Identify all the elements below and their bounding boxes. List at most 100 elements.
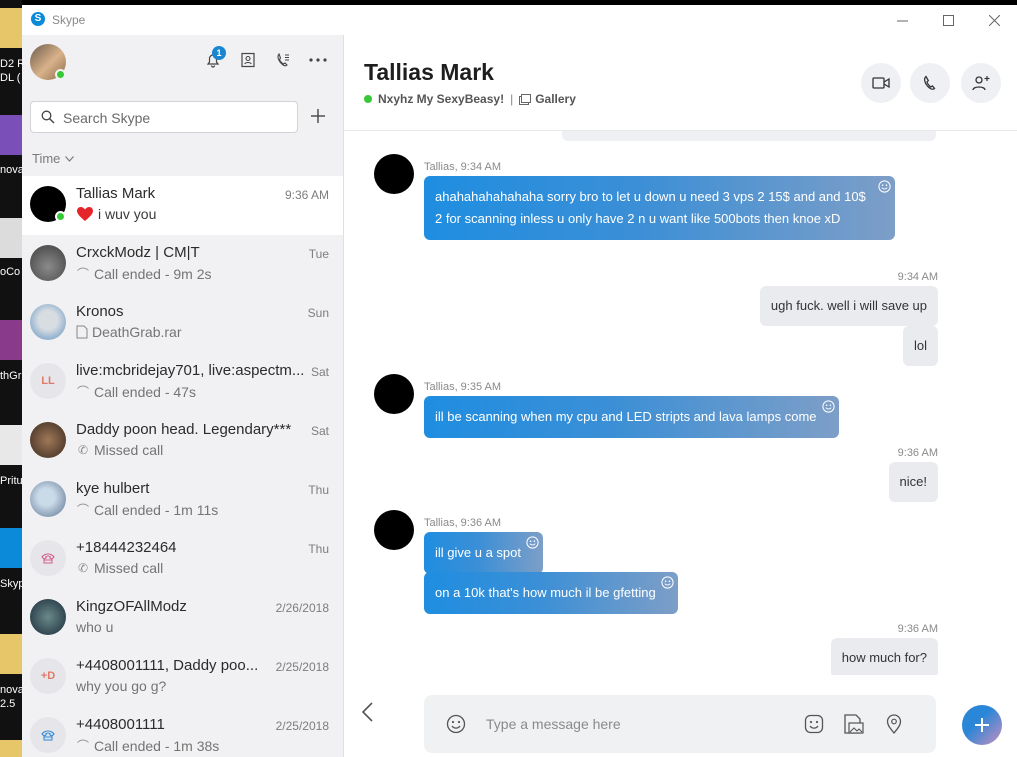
sticker-button[interactable] [802, 712, 826, 736]
phone-contact-icon [41, 730, 55, 741]
reaction-icon[interactable] [526, 536, 539, 549]
gallery-link[interactable]: Gallery [519, 92, 576, 106]
close-button[interactable] [971, 5, 1017, 35]
desktop-label: Pritu [0, 475, 22, 487]
chevron-down-icon [65, 155, 75, 162]
message-time: 9:36 AM [897, 623, 938, 635]
conversation-item[interactable]: KingzOFAllModz 2/26/2018 who u [22, 589, 343, 648]
phone-icon [924, 75, 936, 90]
desktop-document-icon[interactable] [0, 218, 22, 258]
conversation-item[interactable]: LL live:mcbridejay701, live:aspectm... S… [22, 353, 343, 412]
search-box[interactable] [30, 101, 298, 133]
desktop-archive-icon[interactable] [0, 320, 22, 360]
chat-header: Tallias Mark Nxyhz My SexyBeasy! | Galle… [344, 35, 1017, 131]
desktop-app-icon[interactable] [0, 425, 22, 465]
desktop-background: D2 R DL ( nova oCo thGr Pritu Skyp nova … [0, 0, 22, 757]
ellipsis-icon [309, 58, 327, 62]
more-options-button[interactable] [307, 49, 329, 71]
message-history[interactable]: Tallias, 9:34 AM ahahahahahahaha sorry b… [344, 131, 1017, 675]
presence-online-icon [55, 69, 66, 80]
add-person-icon [972, 76, 990, 91]
more-actions-button[interactable] [962, 705, 1002, 745]
reaction-icon[interactable] [661, 576, 674, 589]
title-bar: S Skype [22, 5, 1017, 35]
video-call-button[interactable] [861, 63, 901, 103]
contact-avatar [30, 481, 66, 517]
sticker-icon [804, 714, 824, 734]
smiley-icon [446, 714, 466, 734]
sender-avatar [374, 510, 414, 550]
back-button[interactable] [361, 702, 375, 727]
conversation-preview: ⌒ Call ended - 47s [76, 383, 196, 400]
emoji-button[interactable] [444, 712, 468, 736]
sort-label: Time [32, 151, 61, 166]
message-time: 9:36 AM [897, 447, 938, 459]
conversation-item[interactable]: Daddy poon head. Legendary*** Sat ✆ Miss… [22, 412, 343, 471]
missed-call-icon: ✆ [77, 443, 89, 457]
contact-avatar [30, 422, 66, 458]
chat-title[interactable]: Tallias Mark [364, 59, 494, 86]
minimize-button[interactable] [879, 5, 925, 35]
contact-avatar [30, 717, 66, 753]
sort-dropdown[interactable]: Time [32, 151, 75, 166]
window-title: Skype [52, 13, 86, 27]
conversation-preview: DeathGrab.rar [76, 324, 306, 340]
conversation-item[interactable]: Kronos Sun DeathGrab.rar [22, 294, 343, 353]
contact-avatar: LL [30, 363, 66, 399]
conversation-preview: i wuv you [76, 206, 306, 222]
desktop-label: thGr [0, 370, 22, 382]
calls-button[interactable] [272, 49, 294, 71]
sender-avatar [374, 374, 414, 414]
desktop-app-icon[interactable] [0, 115, 22, 155]
add-people-button[interactable] [961, 63, 1001, 103]
conversation-preview: who u [76, 619, 114, 635]
desktop-folder-icon[interactable] [0, 740, 22, 757]
new-chat-button[interactable] [307, 105, 329, 127]
conversation-item[interactable]: +D +4408001111, Daddy poo... 2/25/2018 w… [22, 648, 343, 707]
desktop-folder-icon[interactable] [0, 8, 22, 48]
share-location-button[interactable] [882, 712, 906, 736]
reaction-icon[interactable] [878, 180, 891, 193]
desktop-label: 2.5 [0, 698, 16, 710]
conversation-name: Daddy poon head. Legendary*** [76, 421, 292, 438]
skype-logo-icon: S [31, 12, 45, 26]
message-time: 9:34 AM [897, 271, 938, 283]
desktop-folder-icon[interactable] [0, 634, 22, 674]
message-input[interactable] [486, 713, 786, 735]
conversation-item[interactable]: +4408001111 2/25/2018 ⌒ Call ended - 1m … [22, 707, 343, 757]
conversation-item[interactable]: +18444232464 Thu ✆ Missed call [22, 530, 343, 589]
send-file-button[interactable] [842, 712, 866, 736]
outgoing-message[interactable]: ugh fuck. well i will save up [759, 286, 938, 326]
sender-avatar [374, 154, 414, 194]
audio-call-button[interactable] [910, 63, 950, 103]
conversation-item[interactable]: Tallias Mark 9:36 AM i wuv you [22, 176, 343, 235]
message-meta: Tallias, 9:34 AM [424, 161, 502, 173]
compose-box[interactable] [424, 695, 936, 753]
message-composer [344, 675, 1017, 757]
incoming-message[interactable]: ill give u a spot [424, 532, 543, 574]
conversation-item[interactable]: CrxckModz | CM|T Tue ⌒ Call ended - 9m 2… [22, 235, 343, 294]
contact-avatar [30, 245, 66, 281]
call-ended-icon: ⌒ [76, 385, 89, 399]
desktop-skype-icon[interactable] [0, 528, 22, 568]
chevron-left-icon [361, 702, 373, 722]
reaction-icon[interactable] [821, 400, 835, 413]
incoming-message[interactable]: on a 10k that's how much il be gfetting [424, 572, 678, 614]
message-bubble-partial [562, 131, 936, 141]
presence-online-icon [55, 211, 66, 222]
search-input[interactable] [63, 108, 283, 128]
outgoing-message[interactable]: lol [902, 326, 938, 366]
conversation-time: Sat [310, 424, 329, 438]
conversation-time: Sun [307, 306, 329, 320]
file-icon [76, 325, 88, 339]
maximize-button[interactable] [925, 5, 971, 35]
incoming-message[interactable]: ahahahahahahaha sorry bro to let u down … [424, 176, 895, 240]
contact-avatar [30, 304, 66, 340]
incoming-message[interactable]: ill be scanning when my cpu and LED stri… [424, 396, 839, 438]
sidebar: 1 Time Tallias Mark 9:36 AM [22, 35, 344, 757]
conversation-name: +18444232464 [76, 539, 177, 556]
outgoing-message[interactable]: nice! [888, 462, 938, 502]
contacts-button[interactable] [237, 49, 259, 71]
outgoing-message[interactable]: how much for? [830, 638, 938, 675]
conversation-item[interactable]: kye hulbert Thu ⌒ Call ended - 1m 11s [22, 471, 343, 530]
